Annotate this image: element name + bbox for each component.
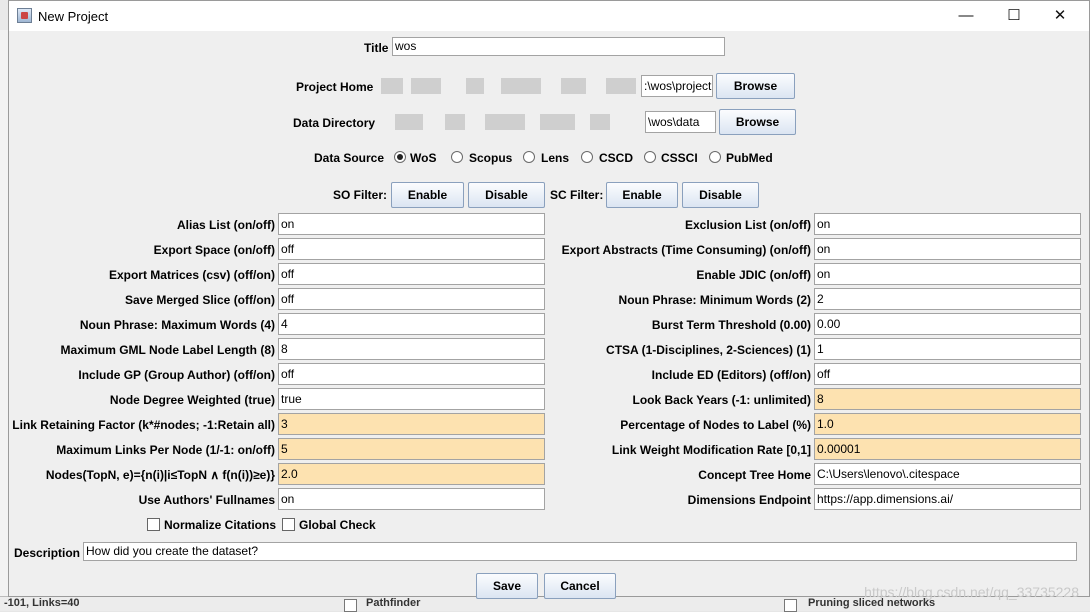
right-param-label: Export Abstracts (Time Consuming) (on/of… [561,243,811,257]
left-param-label: Include GP (Group Author) (off/on) [78,368,275,382]
radio-lens[interactable] [523,151,535,163]
background-links-text: -101, Links=40 [4,597,80,609]
left-param-label: Use Authors' Fullnames [138,493,275,507]
right-param-label: CTSA (1-Disciplines, 2-Sciences) (1) [606,343,811,357]
left-param-input[interactable]: on [278,488,545,510]
right-param-input[interactable]: 0.00001 [814,438,1081,460]
right-param-label: Dimensions Endpoint [687,493,811,507]
radio-pubmed-label: PubMed [726,151,773,165]
radio-cscd[interactable] [581,151,593,163]
background-pathfinder-label: Pathfinder [366,597,421,609]
right-param-input[interactable]: 2 [814,288,1081,310]
right-param-label: Look Back Years (-1: unlimited) [632,393,812,407]
right-param-input[interactable]: on [814,213,1081,235]
left-param-label: Node Degree Weighted (true) [109,393,275,407]
sc-filter-enable-button[interactable]: Enable [606,182,678,208]
right-param-label: Enable JDIC (on/off) [696,268,811,282]
window-title: New Project [38,9,109,24]
left-param-label: Maximum GML Node Label Length (8) [60,343,275,357]
left-param-input[interactable]: 3 [278,413,545,435]
left-param-input[interactable]: off [278,363,545,385]
right-param-label: Include ED (Editors) (off/on) [651,368,811,382]
data-directory-browse-button[interactable]: Browse [719,109,796,135]
so-filter-label: SO Filter: [333,188,388,202]
background-checkbox[interactable] [784,599,797,612]
normalize-citations-label: Normalize Citations [164,518,277,532]
right-param-input[interactable]: https://app.dimensions.ai/ [814,488,1081,510]
left-param-label: Noun Phrase: Maximum Words (4) [79,318,275,332]
save-button[interactable]: Save [476,573,538,599]
title-label: Title [364,41,389,55]
radio-cscd-label: CSCD [599,151,634,165]
left-param-label: Link Retaining Factor (k*#nodes; -1:Reta… [12,418,275,432]
sc-filter-disable-button[interactable]: Disable [682,182,759,208]
cancel-button[interactable]: Cancel [544,573,616,599]
radio-pubmed[interactable] [709,151,721,163]
java-app-icon [17,8,32,23]
left-param-label: Alias List (on/off) [177,218,275,232]
left-param-input[interactable]: 8 [278,338,545,360]
background-checkbox[interactable] [344,599,357,612]
project-home-label: Project Home [296,80,374,94]
radio-scopus-label: Scopus [469,151,513,165]
close-button[interactable]: ✕ [1037,1,1083,31]
left-param-label: Maximum Links Per Node (1/-1: on/off) [56,443,275,457]
so-filter-enable-button[interactable]: Enable [391,182,464,208]
right-param-input[interactable]: 1 [814,338,1081,360]
description-label: Description [14,546,81,560]
data-source-label: Data Source [314,151,385,165]
right-param-input[interactable]: on [814,263,1081,285]
title-bar: New Project — ☐ ✕ [9,1,1089,31]
left-param-label: Export Matrices (csv) (off/on) [108,268,275,282]
left-param-input[interactable]: 2.0 [278,463,545,485]
radio-cssci[interactable] [644,151,656,163]
minimize-button[interactable]: — [943,1,989,31]
left-param-input[interactable]: 5 [278,438,545,460]
radio-wos-label: WoS [410,151,437,165]
right-param-input[interactable]: 8 [814,388,1081,410]
right-param-input[interactable]: on [814,238,1081,260]
right-param-label: Link Weight Modification Rate [0,1] [611,443,811,457]
left-param-input[interactable]: true [278,388,545,410]
project-home-redacted [371,75,641,97]
left-param-input[interactable]: off [278,263,545,285]
left-param-label: Export Space (on/off) [153,243,275,257]
radio-lens-label: Lens [541,151,570,165]
radio-scopus[interactable] [451,151,463,163]
description-input[interactable]: How did you create the dataset? [83,542,1077,561]
project-home-browse-button[interactable]: Browse [716,73,795,99]
right-param-label: Exclusion List (on/off) [685,218,811,232]
right-param-input[interactable]: 1.0 [814,413,1081,435]
left-param-label: Nodes(TopN, e)={n(i)|i≤TopN ∧ f(n(i))≥e)… [45,468,275,482]
right-param-input[interactable]: 0.00 [814,313,1081,335]
right-param-label: Burst Term Threshold (0.00) [651,318,811,332]
data-directory-label: Data Directory [293,116,376,130]
left-param-input[interactable]: 4 [278,313,545,335]
data-directory-input[interactable]: \wos\data [645,111,716,133]
right-param-label: Concept Tree Home [698,468,811,482]
global-check-label: Global Check [299,518,376,532]
sc-filter-label: SC Filter: [550,188,604,202]
left-param-input[interactable]: on [278,213,545,235]
radio-cssci-label: CSSCI [661,151,698,165]
new-project-dialog: New Project — ☐ ✕ Title wos Project Home… [8,0,1090,600]
global-check-checkbox[interactable] [282,518,295,531]
left-param-label: Save Merged Slice (off/on) [124,293,275,307]
right-param-input[interactable]: C:\Users\lenovo\.citespace [814,463,1081,485]
maximize-button[interactable]: ☐ [991,1,1037,31]
watermark: https://blog.csdn.net/qq_33735228 [864,584,1079,600]
so-filter-disable-button[interactable]: Disable [468,182,545,208]
left-param-input[interactable]: off [278,238,545,260]
title-input[interactable]: wos [392,37,725,56]
radio-wos[interactable] [394,151,406,163]
project-home-input[interactable]: :\wos\project [641,75,713,97]
data-directory-redacted [375,111,645,133]
right-param-label: Noun Phrase: Minimum Words (2) [618,293,811,307]
normalize-citations-checkbox[interactable] [147,518,160,531]
left-param-input[interactable]: off [278,288,545,310]
right-param-label: Percentage of Nodes to Label (%) [620,418,811,432]
right-param-input[interactable]: off [814,363,1081,385]
